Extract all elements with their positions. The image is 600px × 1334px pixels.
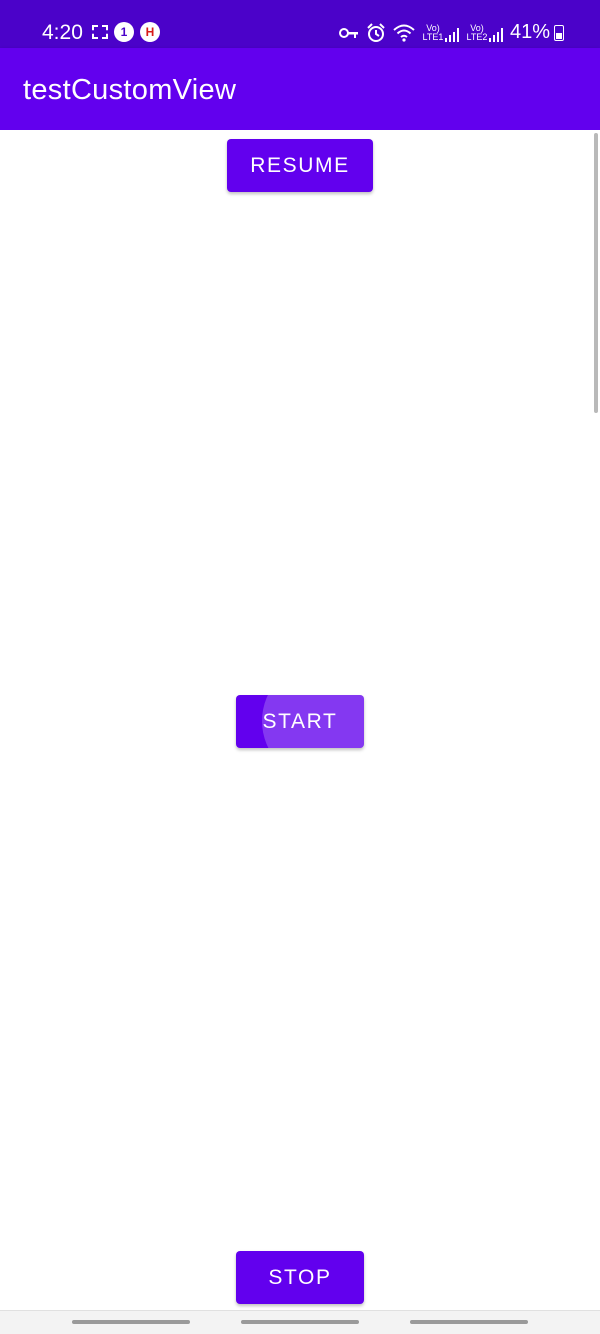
battery-icon — [554, 24, 564, 41]
battery-percent: 41% — [509, 21, 550, 43]
scrollbar[interactable] — [594, 133, 598, 413]
nav-handle-left[interactable] — [72, 1320, 190, 1324]
alarm-icon — [367, 22, 385, 42]
shield-icon: H — [140, 22, 160, 42]
nav-handle-right[interactable] — [410, 1320, 528, 1324]
sim2-signal: Vo) LTE2 — [466, 22, 503, 42]
key-icon — [338, 27, 358, 38]
gesture-nav-bar — [0, 1310, 600, 1334]
wifi-icon — [393, 24, 415, 42]
resume-button[interactable]: RESUME — [227, 139, 373, 192]
sim1-signal: Vo) LTE1 — [422, 22, 459, 42]
nav-handle-center[interactable] — [241, 1320, 359, 1324]
status-left-icons: 1 H — [92, 22, 160, 42]
signal-icon — [488, 27, 503, 42]
one-circle-icon: 1 — [114, 22, 134, 42]
stop-button-label: STOP — [268, 1265, 332, 1289]
status-right-icons: Vo) LTE1 Vo) LTE2 41% — [338, 21, 564, 44]
status-bar: 4:20 1 H Vo) LTE1 Vo) LTE2 41% — [0, 0, 600, 48]
signal-icon — [444, 27, 459, 42]
sim2-label: Vo) LTE2 — [466, 22, 488, 42]
stop-button[interactable]: STOP — [236, 1251, 364, 1304]
screenshot-icon — [92, 25, 108, 39]
resume-button-label: RESUME — [250, 153, 350, 177]
start-button-label: START — [262, 709, 338, 733]
app-title: testCustomView — [23, 74, 237, 106]
start-button[interactable]: START — [236, 695, 364, 748]
app-bar: testCustomView — [0, 48, 600, 130]
status-time: 4:20 — [42, 21, 83, 44]
sim1-label: Vo) LTE1 — [422, 22, 444, 42]
